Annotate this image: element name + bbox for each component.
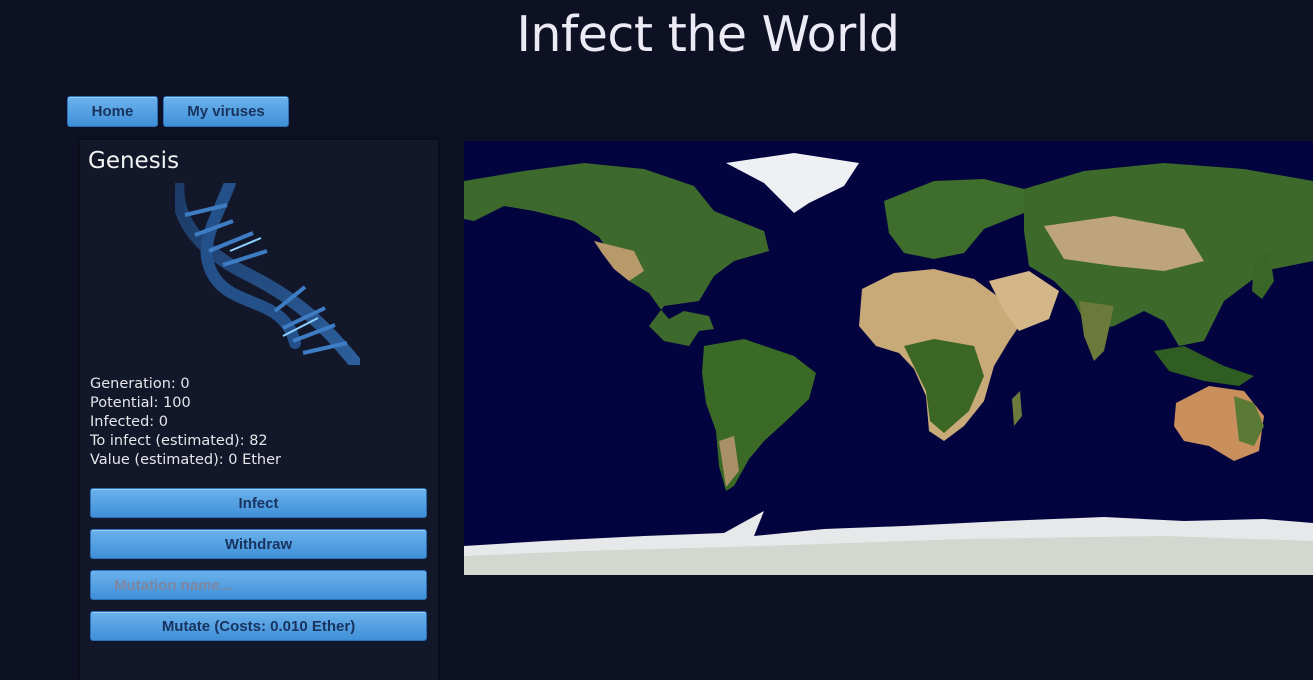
my-viruses-button[interactable]: My viruses	[163, 96, 289, 127]
virus-stats: Generation: 0 Potential: 100 Infected: 0…	[90, 375, 281, 470]
virus-panel: Genesis Generation: 0 Potential: 100 Inf…	[80, 140, 438, 680]
page-title: Infect the World	[516, 6, 900, 63]
stat-to-infect: To infect (estimated): 82	[90, 433, 268, 449]
infect-button[interactable]: Infect	[90, 488, 427, 518]
stat-infected: Infected: 0	[90, 414, 168, 430]
world-map[interactable]	[464, 141, 1313, 575]
virus-name: Genesis	[88, 148, 180, 174]
dna-helix-icon	[175, 183, 360, 365]
stat-potential: Potential: 100	[90, 395, 191, 411]
world-map-image	[464, 141, 1313, 575]
withdraw-button[interactable]: Withdraw	[90, 529, 427, 559]
home-button[interactable]: Home	[67, 96, 158, 127]
nav-bar: Home My viruses	[67, 96, 289, 127]
mutate-button[interactable]: Mutate (Costs: 0.010 Ether)	[90, 611, 427, 641]
stat-generation: Generation: 0	[90, 376, 190, 392]
stat-value: Value (estimated): 0 Ether	[90, 452, 281, 468]
mutation-name-input[interactable]	[90, 570, 427, 600]
